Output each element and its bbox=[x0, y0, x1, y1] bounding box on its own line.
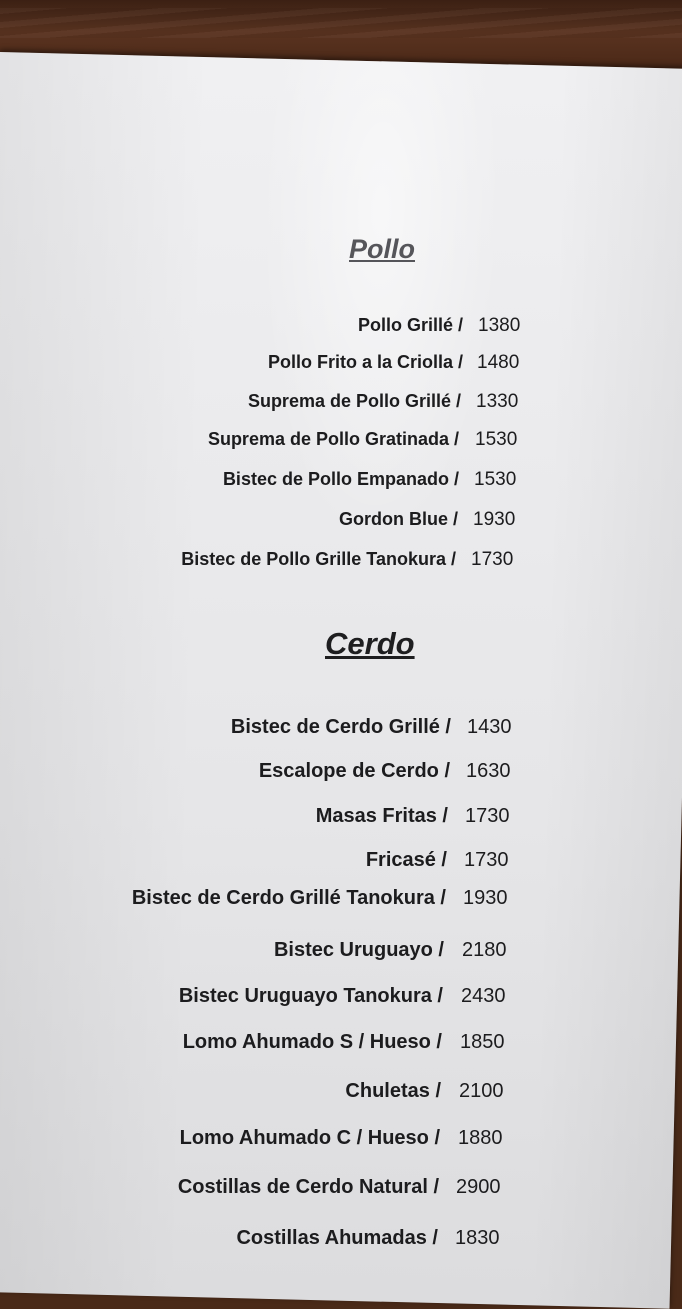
item-price: 2100 bbox=[459, 1080, 504, 1102]
item-price: 1930 bbox=[473, 509, 516, 530]
item-price: 1730 bbox=[464, 849, 509, 871]
item-price: 1430 bbox=[467, 716, 512, 738]
item-name: Escalope de Cerdo / bbox=[258, 760, 450, 782]
item-name: Costillas de Cerdo Natural / bbox=[177, 1176, 439, 1198]
section-title-pollo: Pollo bbox=[349, 234, 415, 264]
item-price: 1930 bbox=[463, 887, 508, 909]
item-price: 2180 bbox=[462, 939, 507, 961]
item-price: 1380 bbox=[478, 315, 521, 336]
item-price: 1880 bbox=[458, 1127, 503, 1149]
item-name: Chuletas / bbox=[345, 1080, 441, 1102]
item-price: 1530 bbox=[474, 469, 517, 490]
item-name: Gordon Blue / bbox=[339, 509, 458, 529]
item-name: Suprema de Pollo Grillé / bbox=[247, 391, 461, 411]
item-price: 1530 bbox=[475, 429, 518, 450]
item-name: Bistec de Cerdo Grillé / bbox=[230, 716, 451, 738]
item-name: Pollo Frito a la Criolla / bbox=[267, 352, 463, 372]
item-price: 1630 bbox=[466, 760, 511, 782]
item-name: Lomo Ahumado C / Hueso / bbox=[179, 1127, 440, 1149]
item-price: 1330 bbox=[476, 391, 519, 412]
item-name: Bistec Uruguayo Tanokura / bbox=[178, 985, 443, 1007]
item-name: Bistec Uruguayo / bbox=[273, 939, 444, 961]
item-name: Bistec de Pollo Grille Tanokura / bbox=[181, 549, 456, 569]
item-name: Masas Fritas / bbox=[315, 805, 448, 827]
item-price: 1830 bbox=[455, 1227, 500, 1249]
item-price: 2900 bbox=[456, 1176, 501, 1198]
item-name: Lomo Ahumado S / Hueso / bbox=[182, 1031, 442, 1053]
item-price: 1480 bbox=[477, 352, 520, 373]
item-price: 2430 bbox=[461, 985, 506, 1007]
item-name: Pollo Grillé / bbox=[357, 315, 463, 335]
item-name: Bistec de Cerdo Grillé Tanokura / bbox=[131, 887, 446, 909]
item-name: Bistec de Pollo Empanado / bbox=[222, 469, 459, 489]
item-price: 1730 bbox=[465, 805, 510, 827]
item-name: Fricasé / bbox=[365, 849, 447, 871]
menu-content: Pollo Pollo Grillé / 1380 Pollo Frito a … bbox=[0, 0, 682, 1280]
item-name: Suprema de Pollo Gratinada / bbox=[207, 429, 459, 449]
item-name: Costillas Ahumadas / bbox=[236, 1227, 438, 1249]
item-price: 1850 bbox=[460, 1031, 505, 1053]
section-title-cerdo: Cerdo bbox=[325, 626, 415, 661]
item-price: 1730 bbox=[471, 549, 514, 570]
